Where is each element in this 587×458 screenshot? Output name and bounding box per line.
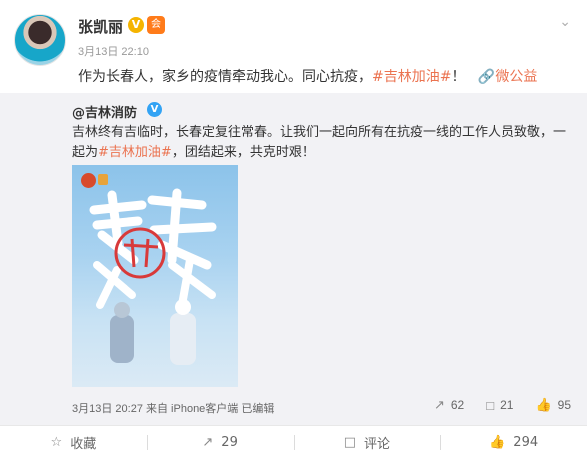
thumbs-up-icon: 👍: [535, 397, 552, 412]
repost-author[interactable]: @吉林消防: [72, 102, 137, 121]
action-bar: ☆ 收藏 ↗ 29 □ 评论 👍 294: [0, 425, 587, 458]
repost-comment-button[interactable]: □ 21: [486, 397, 513, 413]
star-icon: ☆: [50, 434, 63, 450]
hashtag-link[interactable]: #吉林加油#: [372, 69, 451, 85]
favorite-label: 收藏: [70, 436, 97, 452]
repost-like-button[interactable]: 👍 95: [535, 397, 571, 413]
chevron-down-icon[interactable]: ⌄: [559, 14, 571, 30]
verified-blue-icon: V: [147, 102, 162, 117]
poster-image[interactable]: [72, 165, 238, 387]
favorite-button[interactable]: ☆ 收藏: [0, 426, 147, 458]
repost-like-count: 95: [557, 398, 571, 412]
repost-text-end: ，团结起来，共克时艰！: [171, 145, 315, 160]
repost-comment-count: 21: [500, 398, 514, 412]
repost-meta: 3月13日 20:27 来自 iPhone客户端 已编辑: [72, 403, 275, 415]
poster-artwork: [89, 188, 217, 365]
repost-share-button[interactable]: ↗ 62: [434, 397, 464, 413]
weigongyi-link[interactable]: 微公益: [495, 69, 537, 85]
thumbs-up-icon: 👍: [489, 434, 506, 450]
like-button[interactable]: 👍 294: [440, 426, 587, 458]
repost-button[interactable]: ↗ 29: [146, 426, 294, 458]
comment-icon: □: [343, 434, 357, 450]
link-icon: 🔗: [477, 69, 496, 85]
author-name[interactable]: 张凯丽: [78, 16, 123, 37]
repost-actions: ↗ 62 □ 21 👍 95: [434, 397, 571, 413]
post-timestamp[interactable]: 3月13日 22:10: [78, 43, 149, 59]
repost-share-count: 62: [450, 398, 465, 412]
post-text-end: ！: [451, 69, 466, 85]
avatar[interactable]: [14, 14, 66, 66]
share-icon: ↗: [433, 397, 445, 412]
repost-block: @吉林消防 V 吉林终有吉临时，长春定复往常春。让我们一起向所有在抗疫一线的工作…: [0, 93, 587, 425]
post-text: 作为长春人，家乡的疫情牵动我心。同心抗疫，#吉林加油#！ 🔗微公益: [78, 66, 537, 86]
comment-label: 评论: [364, 436, 391, 452]
repost-hashtag-link[interactable]: #吉林加油#: [98, 145, 172, 160]
share-icon: ↗: [202, 434, 214, 450]
weibo-card: 张凯丽 V 会 3月13日 22:10 ⌄ 作为长春人，家乡的疫情牵动我心。同心…: [0, 0, 587, 458]
verified-badge-icon: V: [128, 17, 144, 33]
repost-text: 吉林终有吉临时，长春定复往常春。让我们一起向所有在抗疫一线的工作人员致敬，一起为…: [72, 123, 572, 163]
comment-button[interactable]: □ 评论: [293, 426, 441, 458]
repost-count: 29: [221, 434, 238, 450]
member-badge-icon: 会: [147, 16, 165, 34]
post-text-body: 作为长春人，家乡的疫情牵动我心。同心抗疫，: [78, 69, 372, 85]
like-count: 294: [513, 434, 539, 450]
comment-icon: □: [486, 397, 495, 413]
